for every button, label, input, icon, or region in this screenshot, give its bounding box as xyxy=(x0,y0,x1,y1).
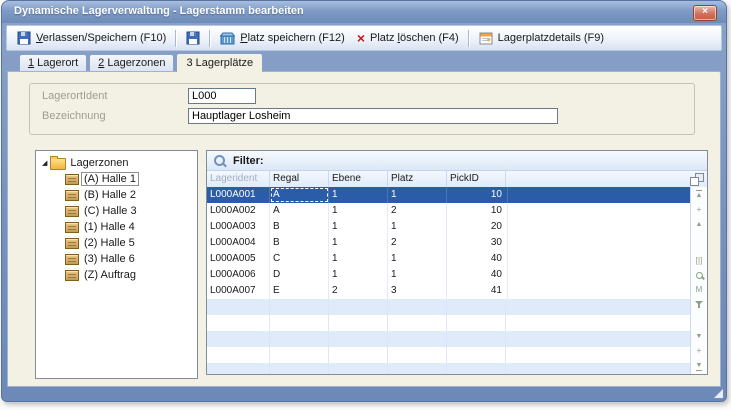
lagerort-groupbox: LagerortIdent Bezeichnung xyxy=(29,83,695,135)
tree-item[interactable]: (1) Halle 4 xyxy=(36,219,197,235)
tree-expander-icon[interactable]: ◢ xyxy=(42,160,47,167)
grid-navigator: ▲ + ▲ [|] M ▼ + ▼ xyxy=(690,187,707,374)
floppy-disk-icon xyxy=(186,31,200,45)
tree-item-label: (1) Halle 4 xyxy=(84,221,135,233)
column-customize-icon[interactable] xyxy=(690,173,704,186)
table-row[interactable]: L000A006 D 1 1 40 xyxy=(207,267,691,283)
save-slot-button[interactable]: Platz speichern (F12) xyxy=(214,30,351,47)
details-form-icon xyxy=(479,32,493,45)
empty-row xyxy=(207,347,691,363)
resize-grip[interactable] xyxy=(714,389,723,398)
toolbar-separator xyxy=(468,30,470,47)
toolbar-separator xyxy=(209,30,211,47)
column-header-platz[interactable]: Platz xyxy=(388,171,447,188)
lagerplaetze-grid: Filter: Lagerident Regal Ebene Platz Pic… xyxy=(206,150,708,375)
tab-strip: 1 Lagerort 2 Lagerzonen 3 Lagerplätze xyxy=(6,49,722,71)
crate-icon xyxy=(65,190,79,201)
close-button[interactable]: × xyxy=(693,5,717,21)
table-row[interactable]: L000A001 A 1 1 10 xyxy=(207,187,691,203)
tree-item[interactable]: (2) Halle 5 xyxy=(36,235,197,251)
tree-item-label: (Z) Auftrag xyxy=(84,269,136,281)
close-icon: × xyxy=(702,6,708,17)
search-icon[interactable] xyxy=(696,272,703,279)
tree-item-label: (A) Halle 1 xyxy=(81,172,139,186)
tab-lagerzonen[interactable]: 2 Lagerzonen xyxy=(89,54,174,71)
tree-item-label: (B) Halle 2 xyxy=(84,189,136,201)
filter-funnel-icon[interactable] xyxy=(695,301,703,305)
delete-slot-button[interactable]: × Platz löschen (F4) xyxy=(351,30,465,46)
tree-item[interactable]: (C) Halle 3 xyxy=(36,203,197,219)
crate-icon xyxy=(65,270,79,281)
floppy-disk-icon xyxy=(17,31,31,45)
crate-icon xyxy=(65,254,79,265)
crate-icon xyxy=(65,238,79,249)
empty-row xyxy=(207,363,691,375)
tree-root-label: Lagerzonen xyxy=(70,157,128,169)
column-header-ebene[interactable]: Ebene xyxy=(329,171,388,188)
slot-details-button[interactable]: Lagerplatzdetails (F9) xyxy=(473,30,610,47)
table-row[interactable]: L000A004 B 1 2 30 xyxy=(207,235,691,251)
tree-item[interactable]: (Z) Auftrag xyxy=(36,267,197,283)
toolbar-separator xyxy=(175,30,177,47)
column-header-lagerident[interactable]: Lagerident xyxy=(207,171,270,188)
column-header-regal[interactable]: Regal xyxy=(270,171,329,188)
window-title: Dynamische Lagerverwaltung - Lagerstamm … xyxy=(14,5,304,17)
delete-x-icon: × xyxy=(357,32,365,44)
filter-label: Filter: xyxy=(233,155,264,167)
lagerzonen-tree: ◢ Lagerzonen (A) Halle 1 (B) Halle 2 (C)… xyxy=(35,150,198,379)
main-toolbar: Verlassen/Speichern (F10) Platz speicher… xyxy=(6,25,722,51)
crate-icon xyxy=(65,222,79,233)
empty-row xyxy=(207,315,691,331)
table-row[interactable]: L000A007 E 2 3 41 xyxy=(207,283,691,299)
next-row-icon[interactable]: ▼ xyxy=(696,333,703,340)
tree-item[interactable]: (B) Halle 2 xyxy=(36,187,197,203)
tree-item-label: (C) Halle 3 xyxy=(84,205,137,217)
tree-item[interactable]: (3) Halle 6 xyxy=(36,251,197,267)
tree-item-label: (2) Halle 5 xyxy=(84,237,135,249)
last-row-icon[interactable]: ▼ xyxy=(696,362,703,371)
app-window: Dynamische Lagerverwaltung - Lagerstamm … xyxy=(1,0,727,402)
header-spacer xyxy=(506,171,690,188)
crate-icon xyxy=(65,174,79,185)
tree-item-label: (3) Halle 6 xyxy=(84,253,135,265)
tree-root[interactable]: ◢ Lagerzonen xyxy=(36,155,197,171)
bezeichnung-label: Bezeichnung xyxy=(42,110,106,122)
edit-mode-icon[interactable]: [|] xyxy=(696,257,703,265)
prev-row-icon[interactable]: ▲ xyxy=(696,221,703,228)
folder-icon xyxy=(50,158,66,170)
screen: Dynamische Lagerverwaltung - Lagerstamm … xyxy=(0,0,731,410)
tab-lagerplaetze[interactable]: 3 Lagerplätze xyxy=(176,53,263,72)
save-exit-button[interactable]: Verlassen/Speichern (F10) xyxy=(11,29,172,47)
search-icon xyxy=(214,155,225,166)
bookmark-icon[interactable]: M xyxy=(696,286,703,294)
first-row-icon[interactable]: ▲ xyxy=(696,190,703,199)
grid-body: L000A001 A 1 1 10 L000A002 A 1 2 10 xyxy=(207,187,691,374)
empty-row xyxy=(207,299,691,315)
titlebar: Dynamische Lagerverwaltung - Lagerstamm … xyxy=(2,1,726,23)
page-up-icon[interactable]: + xyxy=(697,206,702,214)
grid-filter-bar[interactable]: Filter: xyxy=(207,151,707,171)
crate-icon xyxy=(65,206,79,217)
ident-label: LagerortIdent xyxy=(42,90,107,102)
table-row[interactable]: L000A003 B 1 1 20 xyxy=(207,219,691,235)
tab-lagerort[interactable]: 1 Lagerort xyxy=(19,54,87,71)
column-header-pickid[interactable]: PickID xyxy=(447,171,506,188)
table-row[interactable]: L000A005 C 1 1 40 xyxy=(207,251,691,267)
empty-row xyxy=(207,331,691,347)
bezeichnung-input[interactable] xyxy=(188,108,558,124)
table-row[interactable]: L000A002 A 1 2 10 xyxy=(207,203,691,219)
ident-input[interactable] xyxy=(188,88,256,104)
tab-page-lagerplaetze: LagerortIdent Bezeichnung ◢ Lagerzonen (… xyxy=(7,71,721,387)
save-button[interactable] xyxy=(180,29,206,47)
focused-cell[interactable]: A xyxy=(270,187,329,203)
tree-item[interactable]: (A) Halle 1 xyxy=(36,171,197,187)
storage-bin-icon xyxy=(220,32,235,45)
page-down-icon[interactable]: + xyxy=(697,347,702,355)
